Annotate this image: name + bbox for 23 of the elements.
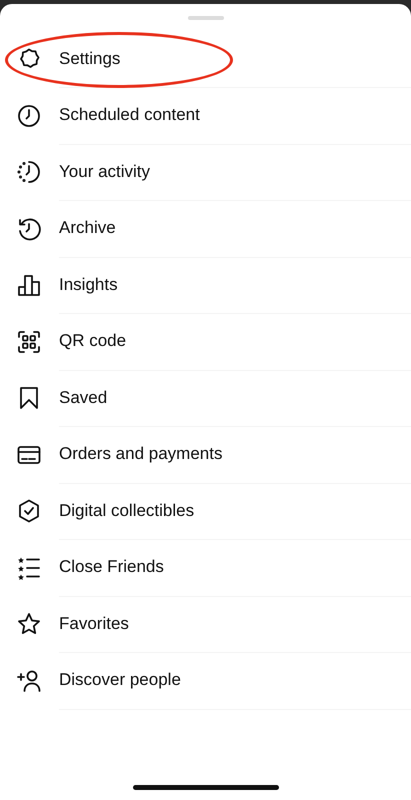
menu-item[interactable]: Scheduled content xyxy=(59,87,411,144)
drag-handle[interactable] xyxy=(188,16,224,20)
star-list-icon xyxy=(17,556,41,580)
bar-chart-icon xyxy=(17,273,41,298)
menu-item[interactable]: Your activity xyxy=(59,144,411,201)
menu-item[interactable]: Orders and payments xyxy=(59,426,411,484)
menu-item[interactable]: Saved xyxy=(59,370,411,427)
clock-icon xyxy=(17,104,41,128)
menu-item[interactable]: Discover people xyxy=(59,652,411,710)
menu-item[interactable]: QR code xyxy=(59,313,411,370)
bookmark-icon xyxy=(17,386,41,410)
menu-item[interactable]: Digital collectibles xyxy=(59,482,411,540)
menu-item[interactable]: Favorites xyxy=(59,596,411,653)
menu-item[interactable]: Insights xyxy=(59,256,411,314)
history-icon xyxy=(17,216,41,241)
hexagon-check-icon xyxy=(17,499,41,524)
activity-icon xyxy=(17,160,41,184)
qr-code-icon xyxy=(17,330,41,354)
menu-item[interactable]: Archive xyxy=(59,200,411,258)
star-icon xyxy=(17,612,41,636)
menu-item[interactable]: Settings xyxy=(59,30,411,88)
add-person-icon xyxy=(17,668,41,693)
menu-item[interactable]: Close Friends xyxy=(59,539,411,596)
